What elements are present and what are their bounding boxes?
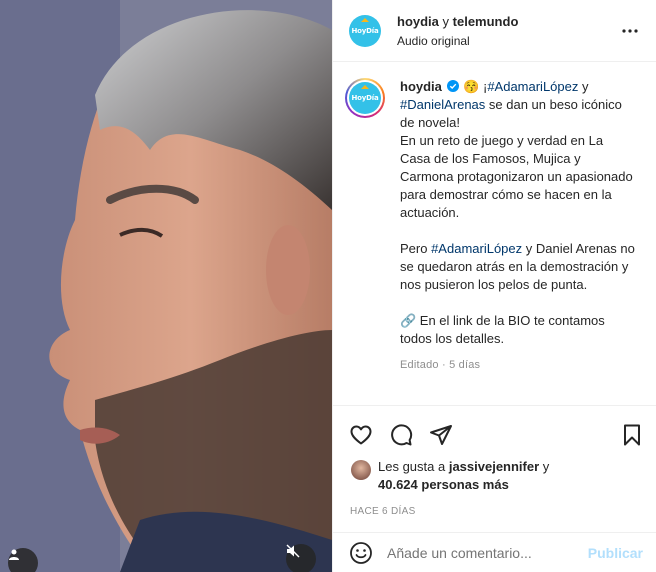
account-link[interactable]: hoydia bbox=[397, 14, 439, 29]
crown-icon bbox=[361, 17, 369, 22]
header-accounts: hoydia y telemundo bbox=[397, 13, 618, 31]
caption-text-1b: y bbox=[578, 79, 589, 94]
logo-text: HoyDía bbox=[351, 26, 379, 35]
header-text: hoydia y telemundo Audio original bbox=[397, 13, 618, 49]
caption-gap bbox=[400, 294, 637, 312]
link-emoji: 🔗 bbox=[400, 313, 417, 328]
like-button[interactable] bbox=[341, 415, 381, 455]
hashtag-danielarenas[interactable]: #DanielArenas bbox=[400, 97, 485, 112]
comment-bar: Publicar bbox=[333, 532, 656, 572]
emoji-icon[interactable] bbox=[349, 541, 373, 565]
bookmark-icon bbox=[624, 424, 640, 446]
post-side-panel: HoyDía hoydia y telemundo Audio original bbox=[332, 0, 656, 572]
caption-text-3a: Pero bbox=[400, 241, 432, 256]
likes-text: Les gusta a jassivejennifer y 40.624 per… bbox=[378, 458, 549, 494]
avatar-ring-inner: HoyDía bbox=[347, 80, 383, 116]
comment-bubble-icon bbox=[391, 424, 413, 446]
post-actions bbox=[333, 406, 656, 458]
caption-text-2: En un reto de juego y verdad en La Casa … bbox=[400, 133, 633, 220]
caption-text-4: En el link de la BIO te contamos todos l… bbox=[400, 313, 605, 346]
hoydia-logo: HoyDía bbox=[349, 82, 381, 114]
caption-gap bbox=[400, 222, 637, 240]
edited-timestamp: Editado · 5 días bbox=[400, 359, 481, 371]
user-icon bbox=[9, 549, 19, 560]
ellipsis-icon bbox=[622, 28, 638, 33]
accounts-joiner: y bbox=[442, 13, 450, 29]
caption-paragraph-2: Pero #AdamariLópez y Daniel Arenas no se… bbox=[400, 240, 637, 294]
caption-area: HoyDía hoydia 😚 ¡#AdamariLópez y #Daniel… bbox=[333, 62, 656, 406]
liker-avatar[interactable] bbox=[351, 460, 371, 480]
more-options-button[interactable] bbox=[618, 19, 642, 43]
caption-text: hoydia 😚 ¡#AdamariLópez y #DanielArenas … bbox=[400, 78, 637, 405]
crown-icon bbox=[361, 85, 369, 89]
audio-link[interactable]: Audio original bbox=[397, 33, 618, 49]
kiss-emoji: 😚 bbox=[463, 79, 480, 94]
author-avatar[interactable]: HoyDía bbox=[349, 14, 381, 47]
likes-summary: Les gusta a jassivejennifer y 40.624 per… bbox=[333, 458, 656, 494]
hoydia-logo: HoyDía bbox=[349, 14, 381, 47]
mute-button[interactable] bbox=[286, 544, 316, 572]
caption-author-avatar[interactable]: HoyDía bbox=[345, 78, 385, 118]
comment-button[interactable] bbox=[381, 415, 421, 455]
post-timestamp[interactable]: HACE 6 DÍAS bbox=[333, 494, 656, 530]
speaker-muted-icon bbox=[286, 544, 300, 558]
collaborator-link[interactable]: telemundo bbox=[453, 14, 519, 29]
liker-username[interactable]: jassivejennifer bbox=[449, 459, 539, 474]
comment-input[interactable] bbox=[387, 544, 588, 561]
logo-text: HoyDía bbox=[351, 94, 379, 102]
publish-button[interactable]: Publicar bbox=[588, 545, 643, 561]
caption-paragraph-3: 🔗 En el link de la BIO te contamos todos… bbox=[400, 312, 637, 348]
man-profile-image bbox=[0, 0, 332, 572]
heart-icon bbox=[350, 425, 372, 445]
share-button[interactable] bbox=[421, 415, 461, 455]
hashtag-adamarilopez-2[interactable]: #AdamariLópez bbox=[431, 241, 522, 256]
hashtag-adamarilopez[interactable]: #AdamariLópez bbox=[487, 79, 578, 94]
save-button[interactable] bbox=[612, 415, 652, 455]
paper-plane-icon bbox=[430, 425, 452, 445]
post-header: HoyDía hoydia y telemundo Audio original bbox=[333, 0, 656, 62]
likes-count[interactable]: 40.624 personas más bbox=[378, 477, 509, 492]
likes-joiner: y bbox=[539, 459, 550, 474]
post-media-video[interactable] bbox=[0, 0, 332, 572]
tagged-users-button[interactable] bbox=[8, 548, 38, 572]
verified-badge-icon bbox=[446, 80, 459, 92]
caption-paragraph-1: hoydia 😚 ¡#AdamariLópez y #DanielArenas … bbox=[400, 78, 637, 222]
caption-username[interactable]: hoydia bbox=[400, 79, 442, 94]
likes-prefix: Les gusta a bbox=[378, 459, 449, 474]
